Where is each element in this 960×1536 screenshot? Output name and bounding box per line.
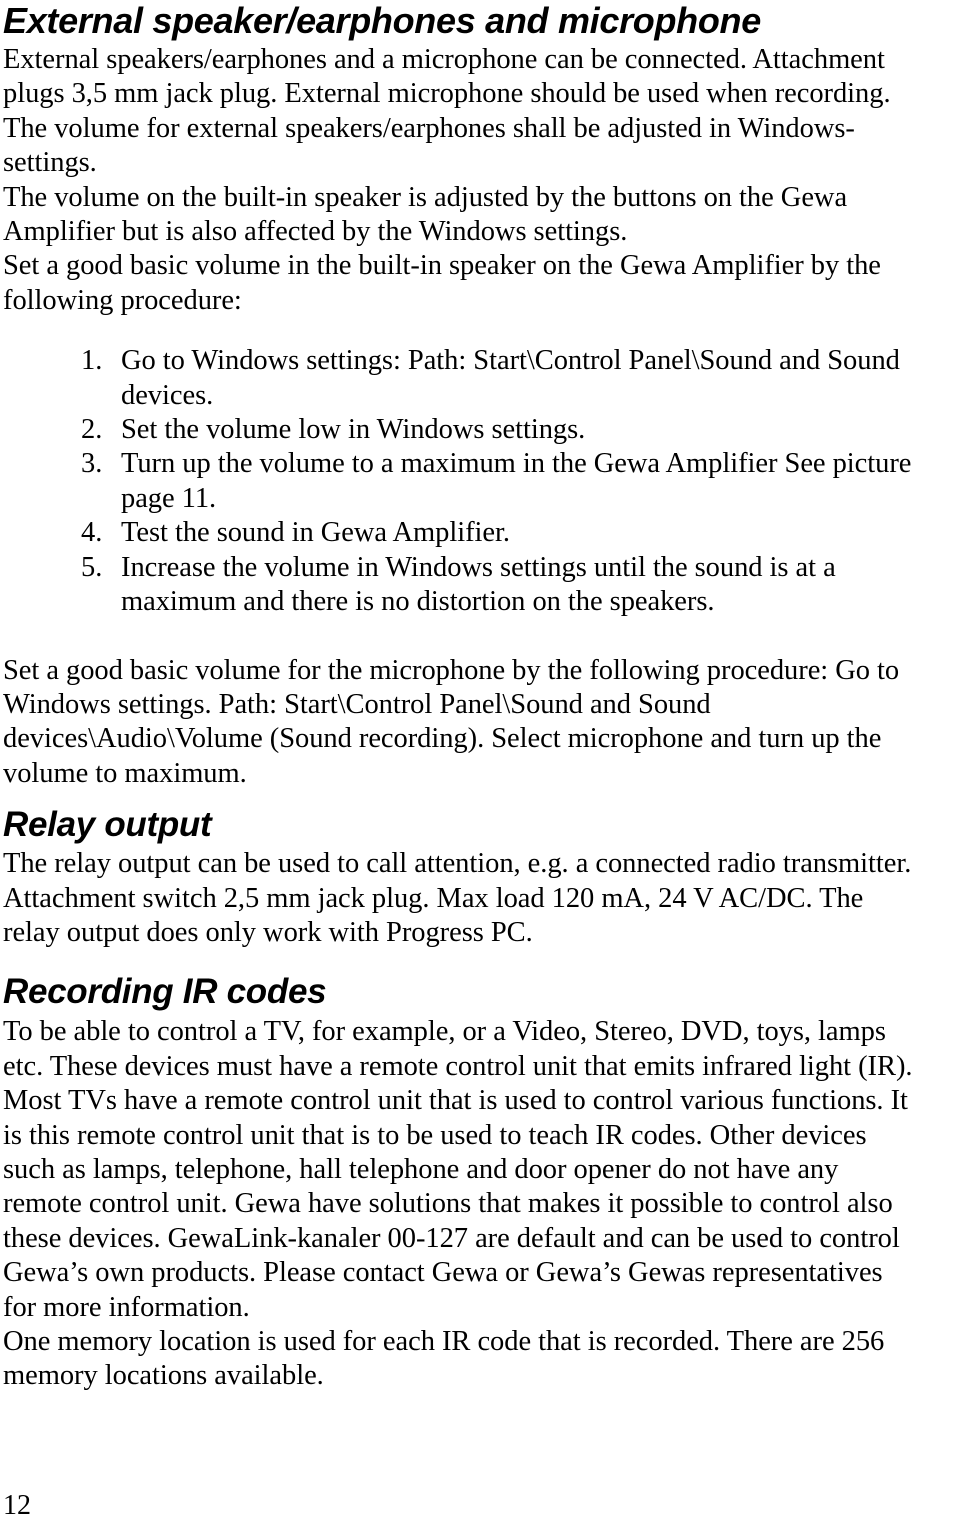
page-number: 12 xyxy=(3,1490,31,1521)
body-line: Attachment switch 2,5 mm jack plug. Max … xyxy=(3,882,864,914)
list-item-line: Go to Windows settings: Path: Start\Cont… xyxy=(121,345,900,377)
body-line: The volume for external speakers/earphon… xyxy=(3,112,855,144)
body-line: for more information. xyxy=(3,1291,250,1323)
body-line: relay output does only work with Progres… xyxy=(3,916,533,948)
body-line: memory locations available. xyxy=(3,1360,324,1392)
body-line: External speakers/earphones and a microp… xyxy=(3,44,885,75)
body-line: To be able to control a TV, for example,… xyxy=(3,1016,886,1048)
volume-procedure-list: 1. Go to Windows settings: Path: Start\C… xyxy=(3,344,952,619)
body-line: One memory location is used for each IR … xyxy=(3,1326,885,1357)
microphone-paragraph: Set a good basic volume for the micropho… xyxy=(3,654,952,792)
list-item-line: Turn up the volume to a maximum in the G… xyxy=(121,448,912,480)
body-line: Set a good basic volume in the built-in … xyxy=(3,250,881,282)
list-item-line: Set the volume low in Windows settings. xyxy=(121,414,586,446)
list-item-line: devices. xyxy=(121,379,214,411)
list-item-line: page 11. xyxy=(121,482,217,514)
body-line: remote control unit. Gewa have solutions… xyxy=(3,1188,893,1220)
list-item: 3. Turn up the volume to a maximum in th… xyxy=(3,447,952,516)
list-marker: 4. xyxy=(81,517,103,549)
list-marker: 1. xyxy=(81,345,103,377)
body-line: these devices. GewaLink-kanaler 00-127 a… xyxy=(3,1222,900,1254)
list-marker: 5. xyxy=(81,551,103,583)
list-marker: 3. xyxy=(81,448,103,480)
body-line: etc. These devices must have a remote co… xyxy=(3,1050,913,1082)
body-line: Windows settings. Path: Start\Control Pa… xyxy=(3,688,711,720)
list-item-line: maximum and there is no distortion on th… xyxy=(121,586,715,618)
list-item-line: Increase the volume in Windows settings … xyxy=(121,551,836,583)
page-title: External speaker/earphones and microphon… xyxy=(3,0,761,41)
body-line: volume to maximum. xyxy=(3,757,247,789)
section-heading-recording-ir-codes: Recording IR codes xyxy=(3,972,327,1012)
list-item: 4. Test the sound in Gewa Amplifier. xyxy=(3,516,952,550)
body-line: The volume on the built-in speaker is ad… xyxy=(3,181,848,213)
document-page: External speaker/earphones and microphon… xyxy=(0,0,960,1536)
body-line: settings. xyxy=(3,147,97,179)
list-item: 2. Set the volume low in Windows setting… xyxy=(3,413,952,447)
relay-output-paragraph: The relay output can be used to call att… xyxy=(3,847,952,950)
intro-paragraph: External speakers/earphones and a microp… xyxy=(3,43,952,318)
body-line: such as lamps, telephone, hall telephone… xyxy=(3,1153,839,1185)
list-item: 1. Go to Windows settings: Path: Start\C… xyxy=(3,344,952,413)
body-line: Set a good basic volume for the micropho… xyxy=(3,654,900,686)
body-line: Amplifier but is also affected by the Wi… xyxy=(3,216,628,248)
list-marker: 2. xyxy=(81,414,103,446)
body-line: plugs 3,5 mm jack plug. External microph… xyxy=(3,78,891,110)
body-line: Gewa’s own products. Please contact Gewa… xyxy=(3,1257,883,1289)
section-heading-relay-output: Relay output xyxy=(3,805,212,845)
body-line: devices\Audio\Volume (Sound recording). … xyxy=(3,723,882,755)
body-line: following procedure: xyxy=(3,284,242,316)
body-line: Most TVs have a remote control unit that… xyxy=(3,1085,908,1117)
list-item-line: Test the sound in Gewa Amplifier. xyxy=(121,517,510,549)
recording-ir-codes-paragraph: To be able to control a TV, for example,… xyxy=(3,1015,952,1393)
body-line: is this remote control unit that is to b… xyxy=(3,1119,867,1151)
list-item: 5. Increase the volume in Windows settin… xyxy=(3,551,952,620)
body-line: The relay output can be used to call att… xyxy=(3,848,912,880)
